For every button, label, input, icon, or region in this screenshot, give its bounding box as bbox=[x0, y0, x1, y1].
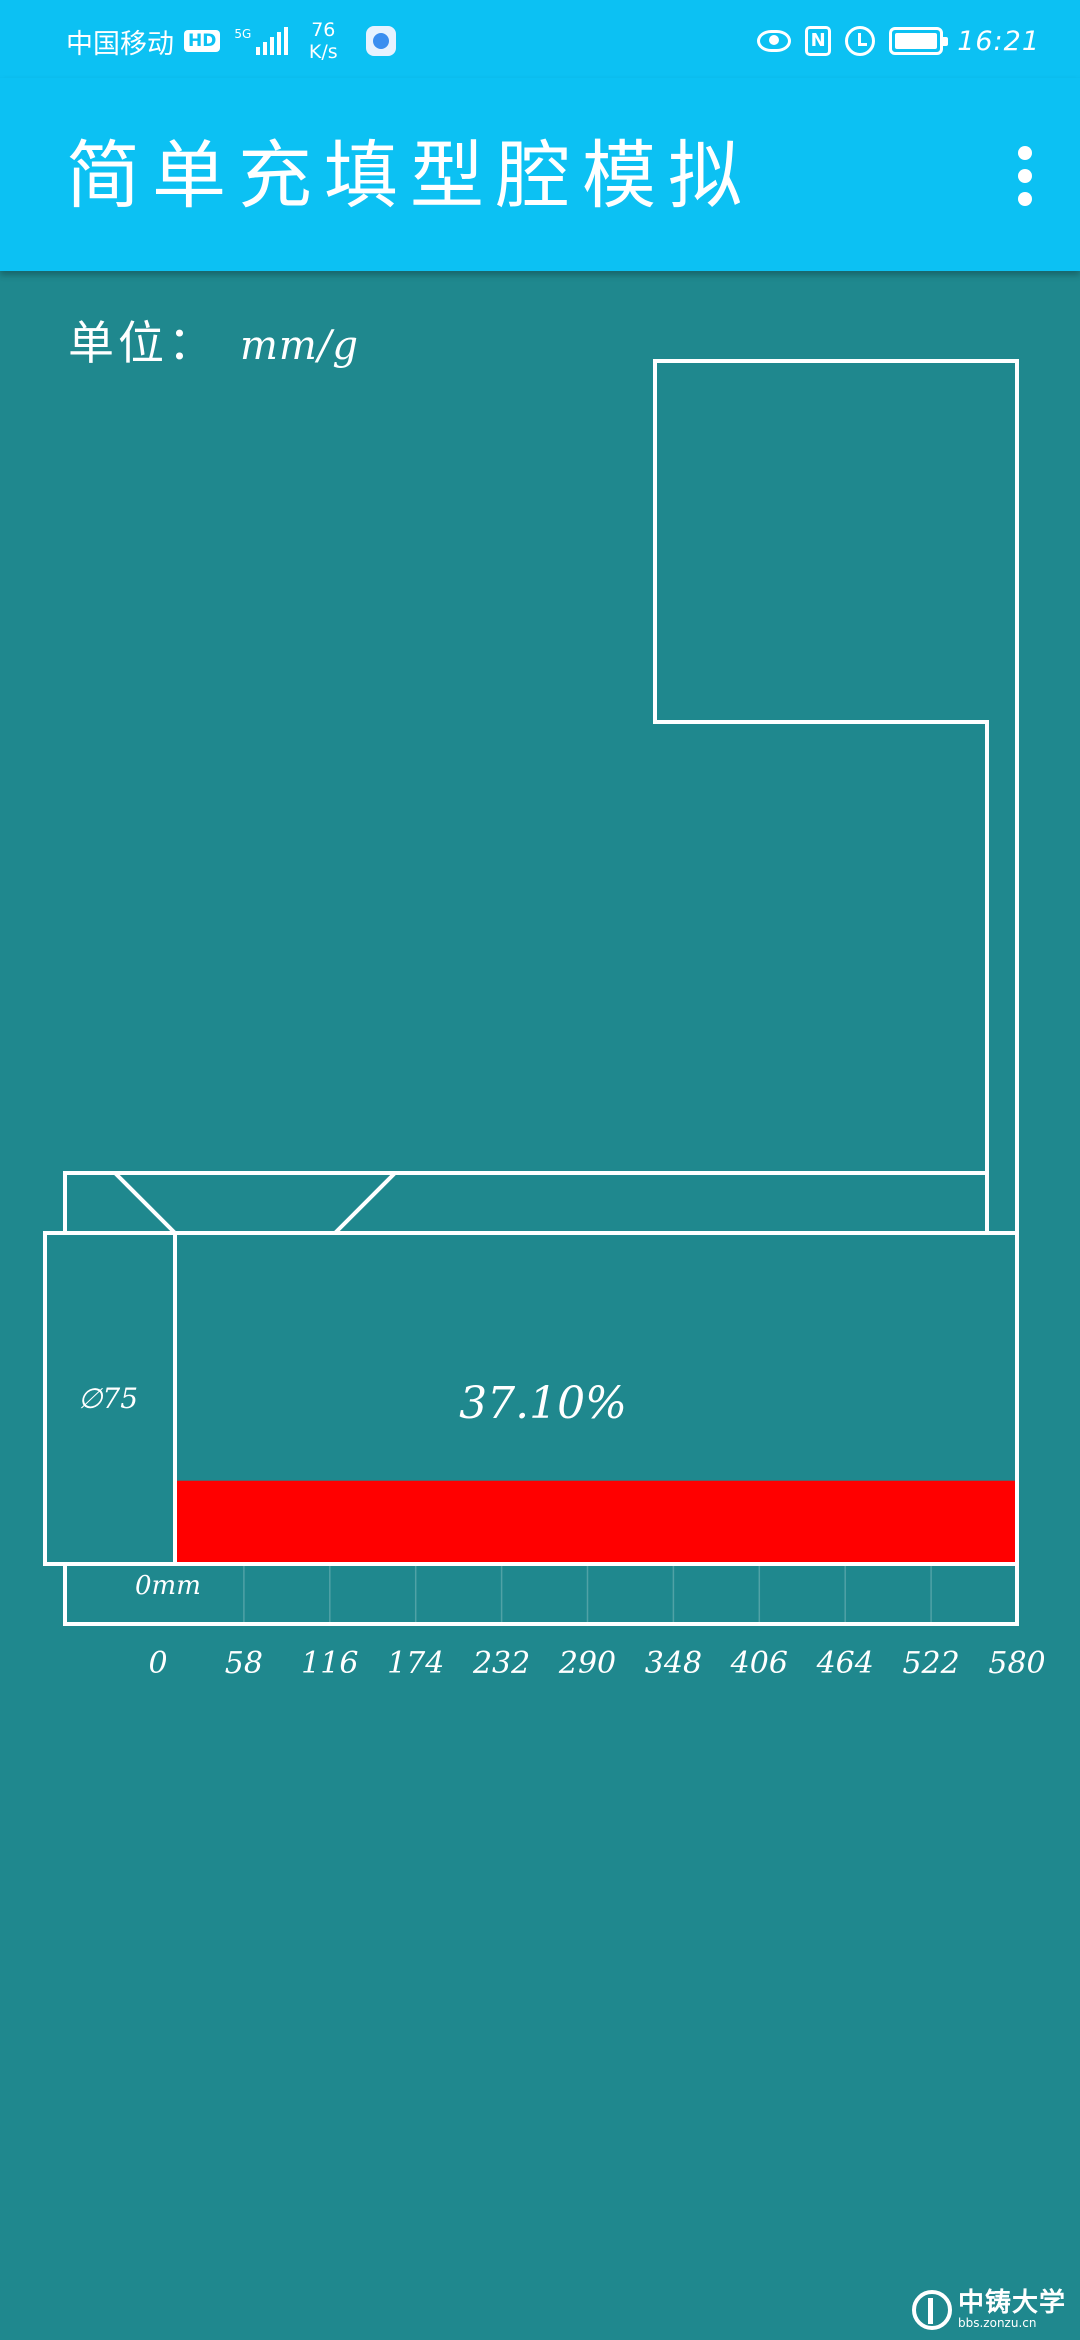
scale-tick-label: 174 bbox=[387, 1646, 444, 1681]
scale-tick-label: 232 bbox=[472, 1646, 530, 1681]
scale-tick-label: 116 bbox=[301, 1646, 358, 1681]
watermark-logo-icon bbox=[912, 2290, 952, 2330]
scale-tick-label: 580 bbox=[988, 1646, 1045, 1681]
scale-tick-label: 58 bbox=[225, 1646, 263, 1681]
scale-strip bbox=[63, 1562, 1019, 1626]
scale-tick-label: 348 bbox=[645, 1646, 702, 1681]
origin-label: 0mm bbox=[135, 1571, 201, 1601]
scale-tick-label: 290 bbox=[558, 1646, 616, 1681]
riser-outline bbox=[653, 359, 1019, 1623]
cavity-diagram: 37.10% ∅75 0mm 0 58 116 174 232 290 348 406 464 5… bbox=[43, 359, 1046, 1681]
gate-left bbox=[113, 1171, 177, 1235]
watermark: 中铸大学 bbs.zonzu.cn bbox=[912, 2280, 1074, 2340]
watermark-name: 中铸大学 bbox=[958, 2288, 1067, 2319]
scale-tick-label: 522 bbox=[902, 1646, 959, 1681]
fill-level-bar bbox=[177, 1480, 1015, 1562]
watermark-url: bbs.zonzu.cn bbox=[958, 2316, 1037, 2331]
watermark-text: 中铸大学 bbs.zonzu.cn bbox=[958, 2288, 1067, 2331]
scale-grid bbox=[243, 1566, 932, 1622]
scale-tick-label: 406 bbox=[730, 1646, 788, 1681]
scale-tick-labels: 0 58 116 174 232 290 348 406 464 522 580 bbox=[148, 1646, 1045, 1681]
runner-channel bbox=[63, 1171, 989, 1235]
scale-tick-label: 464 bbox=[816, 1646, 874, 1681]
scale-tick-label: 0 bbox=[148, 1646, 167, 1681]
gate-right bbox=[333, 1171, 397, 1235]
fill-percent-label: 37.10% bbox=[459, 1378, 627, 1429]
diameter-label: ∅75 bbox=[78, 1382, 138, 1415]
